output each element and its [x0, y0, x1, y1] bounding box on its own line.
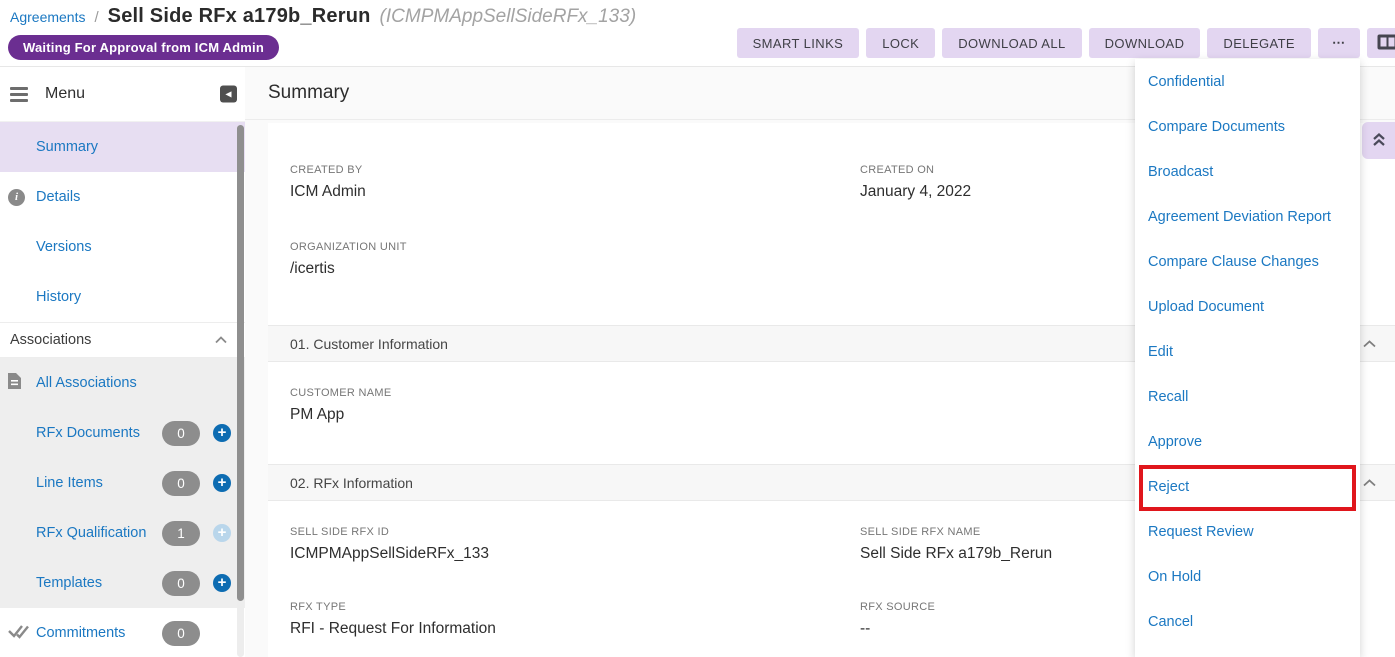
sidebar-header: Menu ◀: [0, 67, 245, 122]
more-actions-dropdown: Confidential Compare Documents Broadcast…: [1135, 59, 1360, 657]
sidebar-item-label: Versions: [36, 239, 92, 255]
double-chevron-up-icon: [1372, 132, 1386, 150]
collapse-section-button[interactable]: [1361, 473, 1378, 492]
menu-item-cancel[interactable]: Cancel: [1135, 599, 1360, 644]
field-value: RFI - Request For Information: [290, 620, 860, 638]
count-badge: 0: [162, 571, 200, 596]
document-icon: [7, 372, 22, 394]
app-window: Agreements / Sell Side RFx a179b_Rerun (…: [0, 0, 1395, 657]
field-label: RFX TYPE: [290, 601, 860, 613]
section-title: 02. RFx Information: [290, 475, 413, 491]
sidebar-item-commitments[interactable]: Commitments 0: [0, 608, 245, 657]
menu-item-agreement-deviation-report[interactable]: Agreement Deviation Report: [1135, 194, 1360, 239]
columns-icon: [1377, 34, 1395, 53]
field-value: ICMPMAppSellSideRFx_133: [290, 545, 860, 563]
field-label: CUSTOMER NAME: [290, 387, 860, 399]
collapse-all-sections-button[interactable]: [1362, 122, 1395, 159]
sidebar-item-label: All Associations: [36, 375, 137, 391]
sidebar-item-details[interactable]: i Details: [0, 172, 245, 222]
add-rfx-qualification-button-disabled: +: [213, 524, 231, 542]
menu-item-compare-documents[interactable]: Compare Documents: [1135, 104, 1360, 149]
field-value: PM App: [290, 406, 860, 424]
sidebar-item-line-items[interactable]: Line Items 0 +: [0, 458, 245, 508]
download-all-button[interactable]: DOWNLOAD ALL: [942, 28, 1081, 58]
sidebar-item-label: RFx Documents: [36, 425, 140, 441]
delegate-button[interactable]: DELEGATE: [1207, 28, 1311, 58]
field-created-by: CREATED BY ICM Admin: [290, 164, 860, 201]
sidebar-item-rfx-documents[interactable]: RFx Documents 0 +: [0, 408, 245, 458]
sidebar-item-label: Details: [36, 189, 80, 205]
associations-header-label: Associations: [10, 332, 91, 348]
menu-item-edit[interactable]: Edit: [1135, 329, 1360, 374]
sidebar-section-associations[interactable]: Associations: [0, 322, 245, 358]
chevron-up-icon: [1363, 475, 1376, 490]
sidebar-collapse-button[interactable]: ◀: [220, 86, 237, 103]
breadcrumb-agreements-link[interactable]: Agreements: [10, 9, 85, 25]
more-actions-button[interactable]: ⋯: [1318, 28, 1360, 58]
field-label: ORGANIZATION UNIT: [290, 241, 860, 253]
chevron-up-icon: [215, 332, 227, 348]
field-sell-side-rfx-id: SELL SIDE RFX ID ICMPMAppSellSideRFx_133: [290, 526, 860, 563]
menu-item-confidential[interactable]: Confidential: [1135, 59, 1360, 104]
add-template-button[interactable]: +: [213, 574, 231, 592]
sidebar-item-label: History: [36, 289, 81, 305]
toolbar: SMART LINKS LOCK DOWNLOAD ALL DOWNLOAD D…: [737, 28, 1395, 58]
field-label: SELL SIDE RFX ID: [290, 526, 860, 538]
count-badge: 0: [162, 621, 200, 646]
associations-group: All Associations RFx Documents 0 + Line …: [0, 358, 245, 608]
sidebar-item-label: RFx Qualification: [36, 525, 146, 541]
info-icon: i: [8, 189, 25, 206]
top-header: Agreements / Sell Side RFx a179b_Rerun (…: [0, 0, 1395, 67]
field-organization-unit: ORGANIZATION UNIT /icertis: [290, 241, 860, 278]
count-badge: 0: [162, 471, 200, 496]
field-value: /icertis: [290, 260, 860, 278]
breadcrumb-separator: /: [94, 9, 98, 26]
sidebar-item-label: Line Items: [36, 475, 103, 491]
double-check-icon: [7, 623, 29, 643]
field-label: CREATED BY: [290, 164, 860, 176]
side-panel-toggle-button[interactable]: [1367, 28, 1395, 58]
lock-button[interactable]: LOCK: [866, 28, 935, 58]
sidebar-item-all-associations[interactable]: All Associations: [0, 358, 245, 408]
smart-links-button[interactable]: SMART LINKS: [737, 28, 860, 58]
sidebar-item-rfx-qualification[interactable]: RFx Qualification 1 +: [0, 508, 245, 558]
sidebar-scrollbar-thumb[interactable]: [237, 125, 244, 601]
menu-item-upload-document[interactable]: Upload Document: [1135, 284, 1360, 329]
download-button[interactable]: DOWNLOAD: [1089, 28, 1201, 58]
menu-item-request-review[interactable]: Request Review: [1135, 509, 1360, 554]
menu-item-on-hold[interactable]: On Hold: [1135, 554, 1360, 599]
menu-item-broadcast[interactable]: Broadcast: [1135, 149, 1360, 194]
add-line-item-button[interactable]: +: [213, 474, 231, 492]
count-badge: 1: [162, 521, 200, 546]
add-rfx-document-button[interactable]: +: [213, 424, 231, 442]
sidebar-item-summary[interactable]: Summary: [0, 122, 245, 172]
collapse-section-button[interactable]: [1361, 334, 1378, 353]
section-title: 01. Customer Information: [290, 336, 448, 352]
field-customer-name: CUSTOMER NAME PM App: [290, 387, 860, 424]
menu-item-reject[interactable]: Reject: [1135, 464, 1360, 509]
menu-item-compare-clause-changes[interactable]: Compare Clause Changes: [1135, 239, 1360, 284]
menu-item-recall[interactable]: Recall: [1135, 374, 1360, 419]
breadcrumb: Agreements / Sell Side RFx a179b_Rerun (…: [10, 5, 636, 28]
field-value: ICM Admin: [290, 183, 860, 201]
sidebar-item-label: Commitments: [36, 625, 125, 641]
page-record-title: Sell Side RFx a179b_Rerun: [108, 5, 371, 28]
sidebar: Menu ◀ Summary i Details Versions Histor…: [0, 67, 245, 657]
status-badge: Waiting For Approval from ICM Admin: [8, 35, 279, 60]
sidebar-item-versions[interactable]: Versions: [0, 222, 245, 272]
page-record-id: (ICMPMAppSellSideRFx_133): [380, 6, 637, 28]
count-badge: 0: [162, 421, 200, 446]
chevron-up-icon: [1363, 336, 1376, 351]
field-rfx-type: RFX TYPE RFI - Request For Information: [290, 601, 860, 638]
hamburger-icon[interactable]: [10, 87, 28, 102]
sidebar-item-history[interactable]: History: [0, 272, 245, 322]
sidebar-item-label: Summary: [36, 139, 98, 155]
menu-item-approve[interactable]: Approve: [1135, 419, 1360, 464]
sidebar-item-templates[interactable]: Templates 0 +: [0, 558, 245, 608]
sidebar-item-label: Templates: [36, 575, 102, 591]
sidebar-title: Menu: [45, 85, 85, 103]
